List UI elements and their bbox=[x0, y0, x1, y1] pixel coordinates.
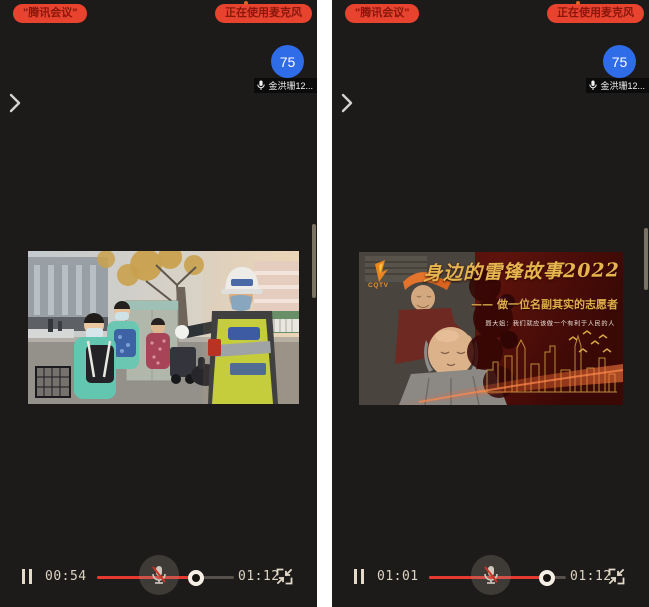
mic-in-use-pill[interactable]: 正在使用麦克风 bbox=[547, 4, 644, 23]
recording-indicator-dot bbox=[576, 1, 580, 5]
scroll-indicator[interactable] bbox=[312, 224, 316, 298]
current-time: 00:54 bbox=[45, 569, 87, 584]
expand-chevron-icon[interactable] bbox=[8, 92, 22, 114]
muted-mic-icon bbox=[481, 564, 501, 586]
exit-fullscreen-button[interactable] bbox=[276, 568, 293, 585]
phone-screen-right: "腾讯会议" 正在使用麦克风 75 金洪珊12... bbox=[332, 0, 649, 607]
exit-fullscreen-button[interactable] bbox=[608, 568, 625, 585]
expand-chevron-icon[interactable] bbox=[340, 92, 354, 114]
tv-station-logo-text: CQTV bbox=[368, 282, 389, 289]
mic-icon bbox=[589, 80, 597, 91]
progress-knob[interactable] bbox=[188, 570, 204, 586]
phone-screen-left: "腾讯会议" 正在使用麦克风 75 金洪珊12... bbox=[0, 0, 317, 607]
total-time: 01:12 bbox=[570, 569, 612, 584]
recording-indicator-dot bbox=[244, 1, 248, 5]
progress-knob[interactable] bbox=[539, 570, 555, 586]
meeting-app-pill[interactable]: "腾讯会议" bbox=[13, 4, 87, 23]
current-time: 01:01 bbox=[377, 569, 419, 584]
volume-badge: 75 bbox=[271, 45, 304, 78]
participant-name: 金洪珊12... bbox=[268, 79, 313, 92]
mute-mic-button[interactable] bbox=[139, 555, 179, 595]
total-time: 01:12 bbox=[238, 569, 280, 584]
muted-mic-icon bbox=[149, 564, 169, 586]
pause-button[interactable] bbox=[22, 569, 32, 584]
poster-title: 身边的雷锋故事2022 bbox=[423, 255, 620, 285]
poster-caption: 聂大姐：我们就应该做一个有利于人民的人 bbox=[485, 318, 615, 327]
pause-button[interactable] bbox=[354, 569, 364, 584]
scroll-indicator[interactable] bbox=[644, 228, 648, 290]
mute-mic-button[interactable] bbox=[471, 555, 511, 595]
participant-name: 金洪珊12... bbox=[600, 79, 645, 92]
street-scene-illustration bbox=[28, 251, 299, 404]
mic-in-use-pill[interactable]: 正在使用麦克风 bbox=[215, 4, 312, 23]
poster-subtitle: —— 做一位名副其实的志愿者 bbox=[471, 296, 618, 312]
volume-badge: 75 bbox=[603, 45, 636, 78]
participant-name-tag: 金洪珊12... bbox=[254, 78, 317, 93]
mic-icon bbox=[257, 80, 265, 91]
meeting-app-pill[interactable]: "腾讯会议" bbox=[345, 4, 419, 23]
wire-basket bbox=[36, 367, 70, 397]
participant-name-tag: 金洪珊12... bbox=[586, 78, 649, 93]
video-player[interactable] bbox=[28, 251, 299, 404]
video-player[interactable]: CQTV 身边的雷锋故事2022 —— 做一位名副其实的志愿者 聂大姐：我们就应… bbox=[359, 252, 623, 405]
